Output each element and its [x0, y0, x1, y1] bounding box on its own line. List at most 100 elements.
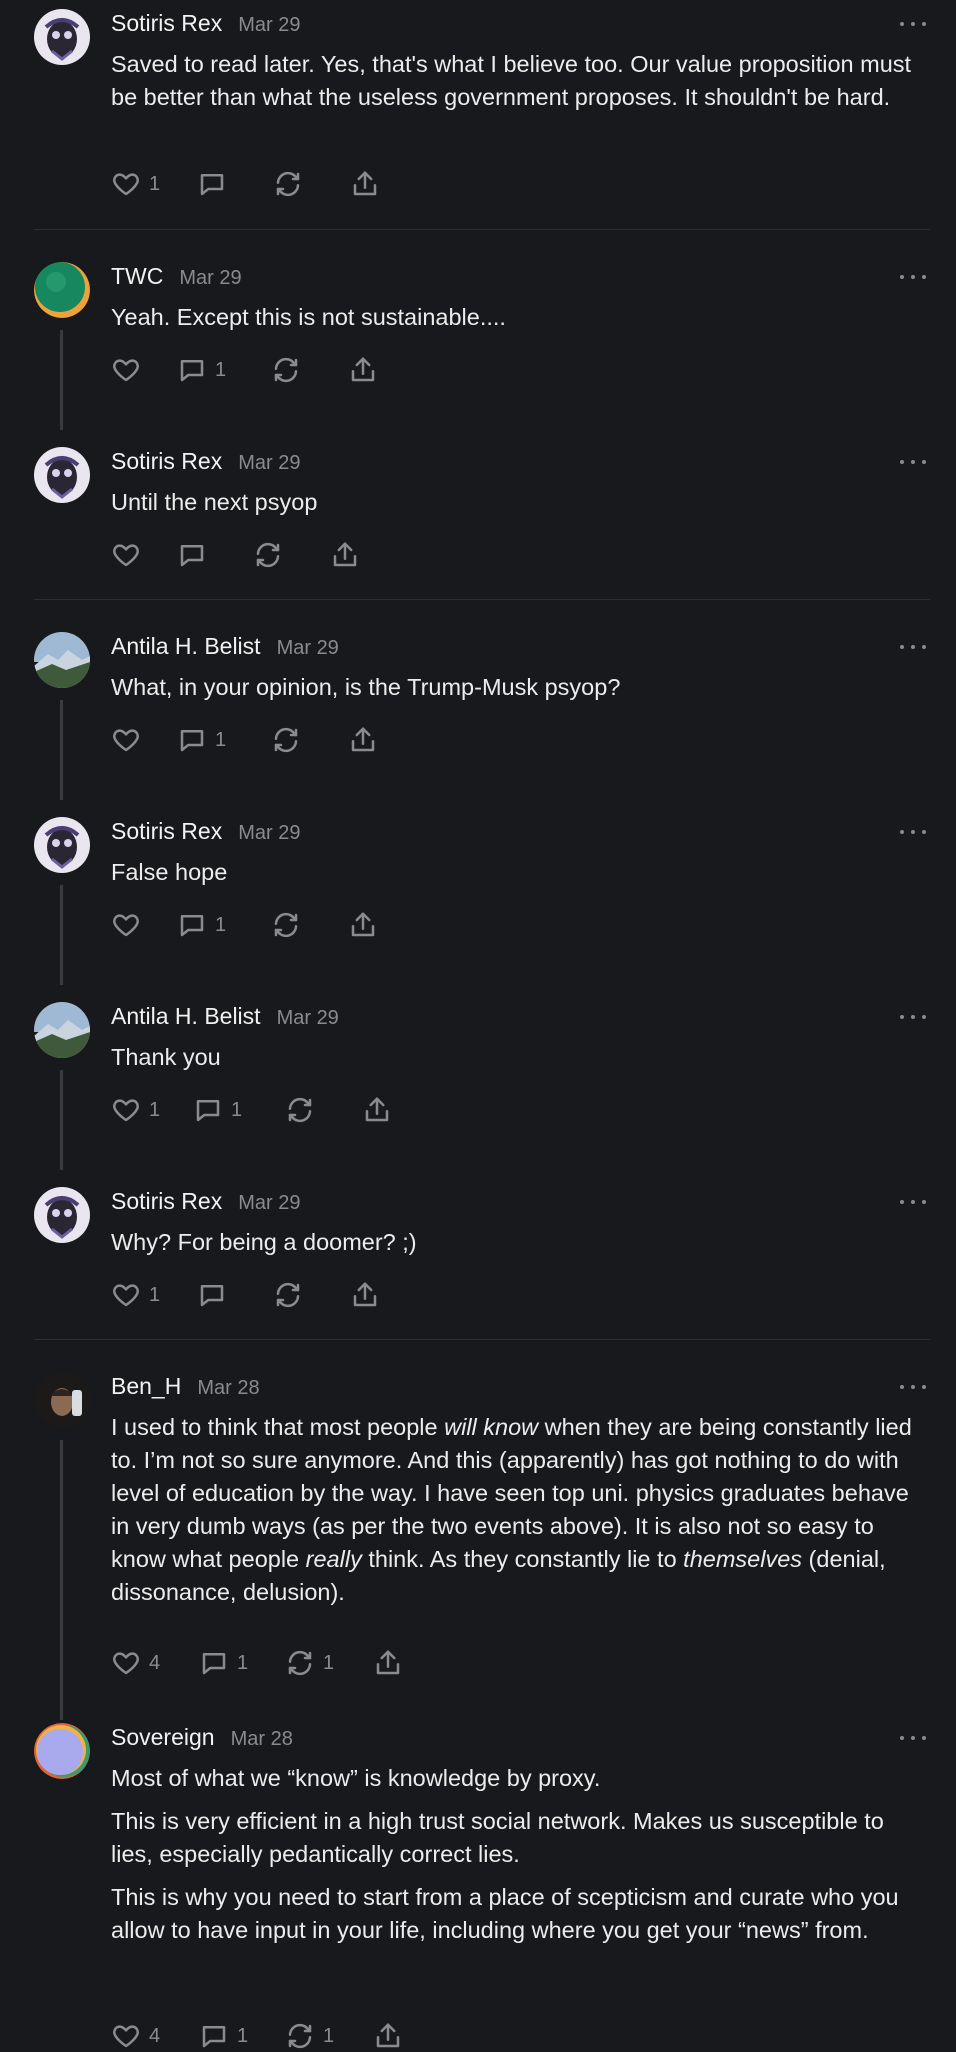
restack-button[interactable]	[271, 355, 348, 385]
share-upload-icon	[376, 2023, 400, 2048]
heart-icon	[113, 544, 139, 567]
restack-arrows-icon	[276, 1282, 300, 1308]
comment-date[interactable]: Mar 29	[277, 1007, 339, 1030]
like-button[interactable]	[111, 540, 177, 570]
reply-button[interactable]: 1	[199, 2021, 285, 2051]
avatar[interactable]	[34, 1372, 90, 1428]
author-name[interactable]: TWC	[111, 263, 163, 290]
comment-date[interactable]: Mar 28	[197, 1377, 259, 1400]
avatar[interactable]	[34, 262, 90, 318]
share-upload-icon	[353, 1282, 377, 1307]
author-name[interactable]: Antila H. Belist	[111, 1003, 261, 1030]
like-button[interactable]	[111, 910, 177, 940]
comment-text: Saved to read later. Yes, that's what I …	[111, 51, 912, 110]
avatar[interactable]	[34, 1723, 90, 1779]
restack-button[interactable]: 1	[285, 2021, 373, 2051]
reply-count: 1	[215, 358, 227, 381]
like-button[interactable]: 4	[111, 1648, 199, 1678]
comment-date[interactable]: Mar 29	[238, 1192, 300, 1215]
restack-button[interactable]	[273, 1280, 350, 1310]
restack-button[interactable]	[285, 1095, 362, 1125]
like-button[interactable]: 1	[111, 1095, 193, 1125]
reply-button[interactable]: 1	[193, 1095, 285, 1125]
author-name[interactable]: Sotiris Rex	[111, 448, 222, 475]
share-button[interactable]	[373, 2021, 403, 2051]
restack-count: 1	[323, 1651, 335, 1674]
like-button[interactable]	[111, 725, 177, 755]
share-button[interactable]	[362, 1095, 392, 1125]
comment-paragraph: Most of what we “know” is knowledge by p…	[111, 1765, 601, 1791]
more-options-icon[interactable]	[900, 1198, 926, 1206]
author-name[interactable]: Sotiris Rex	[111, 1188, 222, 1215]
like-count: 4	[149, 2024, 161, 2047]
reply-count: 1	[237, 2024, 249, 2047]
reply-button[interactable]: 1	[177, 725, 271, 755]
speech-bubble-icon	[202, 1653, 226, 1675]
restack-button[interactable]	[271, 725, 348, 755]
more-options-icon[interactable]	[900, 1013, 926, 1021]
comment-date[interactable]: Mar 29	[238, 822, 300, 845]
comment-date[interactable]: Mar 28	[231, 1728, 293, 1751]
comment-date[interactable]: Mar 29	[179, 267, 241, 290]
like-button[interactable]: 1	[111, 169, 197, 199]
reply-button[interactable]: 1	[199, 1648, 285, 1678]
avatar[interactable]	[34, 447, 90, 503]
author-name[interactable]: Sovereign	[111, 1724, 215, 1751]
restack-button[interactable]	[273, 169, 350, 199]
more-options-icon[interactable]	[900, 458, 926, 466]
reply-button[interactable]: 1	[177, 355, 271, 385]
avatar[interactable]	[34, 632, 90, 688]
action-bar: 1	[111, 1279, 380, 1311]
comment-date[interactable]: Mar 29	[277, 637, 339, 660]
comment-date[interactable]: Mar 29	[238, 14, 300, 37]
heart-icon	[113, 729, 139, 752]
restack-button[interactable]: 1	[285, 1648, 373, 1678]
share-button[interactable]	[350, 1280, 380, 1310]
restack-button[interactable]	[253, 540, 330, 570]
share-button[interactable]	[348, 355, 378, 385]
more-options-icon[interactable]	[900, 828, 926, 836]
share-button[interactable]	[348, 725, 378, 755]
speech-bubble-icon	[180, 915, 204, 937]
share-button[interactable]	[350, 169, 380, 199]
share-button[interactable]	[348, 910, 378, 940]
avatar[interactable]	[34, 817, 90, 873]
author-name[interactable]: Antila H. Belist	[111, 633, 261, 660]
reply-button[interactable]: 1	[177, 910, 271, 940]
heart-icon	[113, 1099, 139, 1122]
restack-arrows-icon	[288, 1650, 312, 1676]
share-button[interactable]	[373, 1648, 403, 1678]
like-count: 1	[149, 1283, 161, 1306]
author-name[interactable]: Sotiris Rex	[111, 818, 222, 845]
more-options-icon[interactable]	[900, 1734, 926, 1742]
share-button[interactable]	[330, 540, 360, 570]
comment-date[interactable]: Mar 29	[238, 452, 300, 475]
speech-bubble-icon	[180, 730, 204, 752]
avatar[interactable]	[34, 1002, 90, 1058]
comment-paragraph: This is very efficient in a high trust s…	[111, 1808, 884, 1867]
like-button[interactable]: 1	[111, 1280, 197, 1310]
like-count: 1	[149, 1098, 161, 1121]
reply-count: 1	[215, 913, 227, 936]
author-name[interactable]: Sotiris Rex	[111, 10, 222, 37]
like-button[interactable]	[111, 355, 177, 385]
restack-arrows-icon	[274, 727, 298, 753]
more-options-icon[interactable]	[900, 273, 926, 281]
like-button[interactable]: 4	[111, 2021, 199, 2051]
comment-body: Until the next psyop	[111, 486, 931, 529]
reply-button[interactable]	[177, 540, 253, 570]
restack-button[interactable]	[271, 910, 348, 940]
more-options-icon[interactable]	[900, 1383, 926, 1391]
avatar[interactable]	[34, 1187, 90, 1243]
avatar[interactable]	[34, 9, 90, 65]
reply-button[interactable]	[197, 1280, 273, 1310]
more-options-icon[interactable]	[900, 643, 926, 651]
more-options-icon[interactable]	[900, 20, 926, 28]
author-name[interactable]: Ben_H	[111, 1373, 181, 1400]
restack-count: 1	[323, 2024, 335, 2047]
speech-bubble-icon	[202, 2026, 226, 2048]
action-bar: 1	[111, 354, 378, 386]
reply-button[interactable]	[197, 169, 273, 199]
comment-body: Saved to read later. Yes, that's what I …	[111, 48, 931, 124]
reply-count: 1	[237, 1651, 249, 1674]
